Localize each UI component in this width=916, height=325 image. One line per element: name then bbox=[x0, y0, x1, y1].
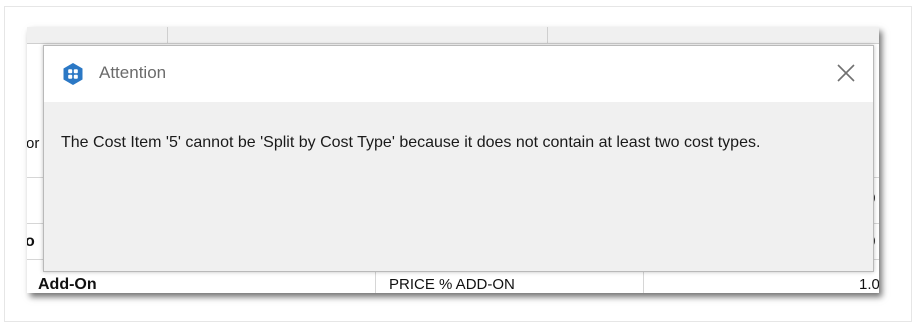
grid-cell-fragment: o bbox=[27, 233, 35, 250]
background-grid-header bbox=[27, 27, 879, 44]
header-segment bbox=[27, 27, 168, 43]
attention-dialog: Attention The Cost Item '5' cannot be 'S… bbox=[43, 45, 874, 272]
dialog-title: Attention bbox=[99, 63, 167, 82]
grid-cell-row-type[interactable]: PRICE % ADD-ON bbox=[389, 276, 515, 293]
screenshot-page: or o Add-On PRICE % ADD-ON .0 .0 1.0 Att… bbox=[0, 0, 916, 325]
dialog-titlebar: Attention bbox=[44, 46, 873, 102]
close-icon[interactable] bbox=[834, 61, 858, 85]
app-logo-icon bbox=[61, 62, 85, 86]
grid-cell-row-label[interactable]: Add-On bbox=[38, 276, 97, 293]
header-segment bbox=[167, 27, 548, 43]
dialog-message: The Cost Item '5' cannot be 'Split by Co… bbox=[61, 134, 761, 151]
grid-cell-fragment: or bbox=[27, 135, 40, 152]
grid-cell-value[interactable]: 1.0 bbox=[859, 276, 879, 293]
